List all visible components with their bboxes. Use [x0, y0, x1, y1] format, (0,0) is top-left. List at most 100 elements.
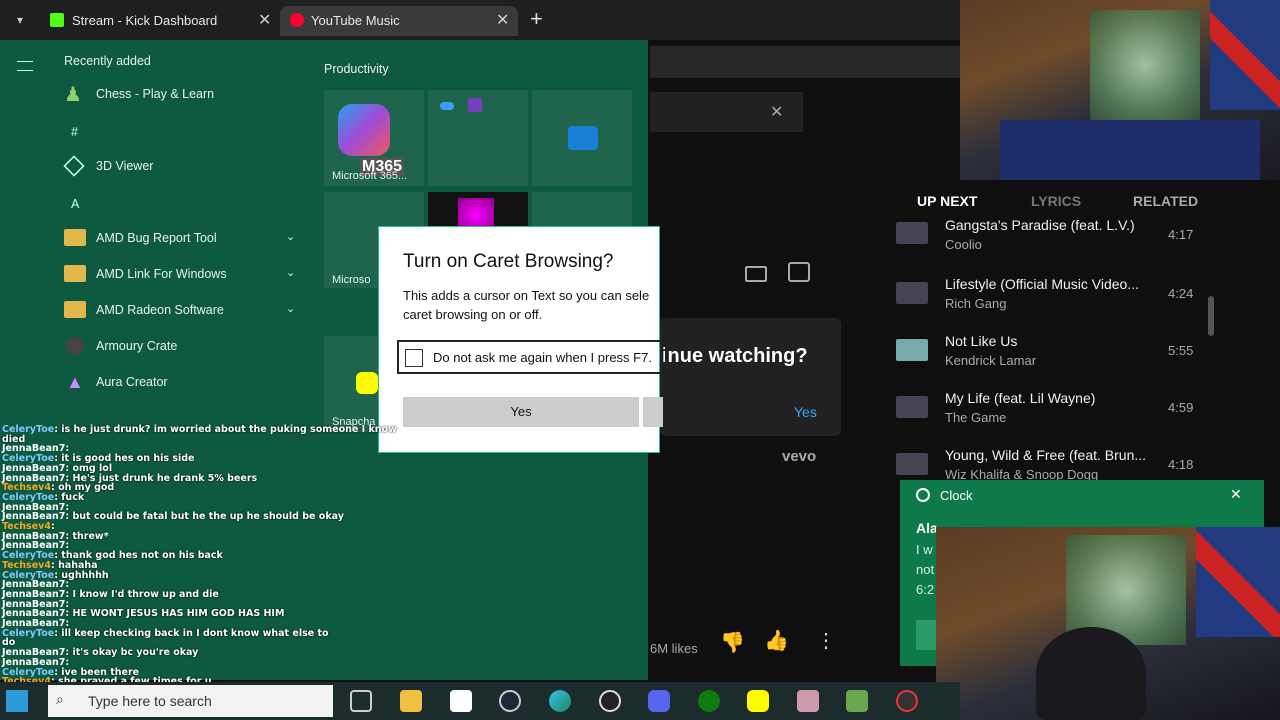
app-label: AMD Radeon Software — [96, 303, 224, 317]
folder-icon — [64, 265, 86, 282]
tab-lyrics[interactable]: LYRICS — [1031, 193, 1081, 209]
record-icon[interactable] — [896, 690, 918, 712]
cube-icon — [63, 155, 85, 177]
queue-item[interactable]: My Life (feat. Lil Wayne) The Game 4:59 — [888, 390, 1208, 446]
search-bar[interactable] — [650, 46, 960, 78]
productivity-heading: Productivity — [324, 62, 389, 76]
tile-snapchat[interactable]: Snapcha — [324, 336, 380, 432]
obs-icon[interactable] — [599, 690, 621, 712]
dialog-title: Turn on Caret Browsing? — [403, 251, 614, 272]
chess-icon[interactable] — [846, 690, 868, 712]
queue-item[interactable]: Gangsta's Paradise (feat. L.V.) Coolio 4… — [888, 220, 1208, 276]
section-a[interactable]: A — [71, 197, 79, 211]
checkbox-label: Do not ask me again when I press F7. — [433, 350, 652, 365]
alarm-line1: I w — [916, 542, 933, 557]
queue-item[interactable]: Not Like Us Kendrick Lamar 5:55 — [888, 333, 1208, 389]
app-label: AMD Link For Windows — [96, 267, 227, 281]
tab-youtube-music[interactable]: YouTube Music ✕ — [280, 6, 518, 36]
dont-ask-checkbox[interactable] — [405, 349, 423, 367]
app-armoury-crate[interactable]: Armoury Crate — [64, 334, 304, 360]
alarm-title: Ala — [916, 520, 938, 536]
alarm-line2: not — [916, 562, 935, 577]
dislike-icon[interactable]: 👎 — [720, 630, 745, 655]
clock-icon — [916, 488, 930, 502]
app-aura-creator[interactable]: ▲ Aura Creator — [64, 370, 304, 396]
tab-up-next[interactable]: UP NEXT — [917, 193, 977, 209]
vevo-logo: vevo — [782, 448, 817, 465]
search-box[interactable]: ⌕ Type here to search — [48, 685, 333, 717]
start-button[interactable] — [6, 690, 28, 712]
app-amd-bug-report[interactable]: AMD Bug Report Tool ⌄ — [64, 226, 304, 252]
close-tab-icon[interactable]: ✕ — [258, 6, 271, 36]
recently-added-heading: Recently added — [64, 54, 151, 68]
tab-related[interactable]: RELATED — [1133, 193, 1198, 209]
tile-microsoft-365[interactable]: M365 Microsoft 365... — [324, 90, 424, 186]
snapchat-icon[interactable] — [747, 690, 769, 712]
app-icon[interactable] — [797, 690, 819, 712]
close-search-icon[interactable]: ✕ — [770, 102, 783, 122]
tile-outlook[interactable] — [532, 90, 632, 186]
app-3d-viewer[interactable]: 3D Viewer — [63, 154, 304, 180]
tab-label: YouTube Music — [311, 13, 400, 28]
xbox-icon[interactable] — [698, 690, 720, 712]
song-thumbnail — [896, 396, 928, 418]
miniplayer-icon[interactable] — [745, 266, 767, 282]
song-duration: 4:17 — [1168, 227, 1194, 242]
chat-text: : but could be fatal but he the up he sh… — [65, 511, 344, 523]
chat-text: : is he just drunk? im worried about the… — [54, 424, 397, 435]
up-next-panel: UP NEXT LYRICS RELATED Gangsta's Paradis… — [888, 180, 1218, 480]
chat-text: : threw* — [65, 530, 109, 542]
snapchat-icon — [356, 372, 378, 394]
store-icon[interactable] — [450, 690, 472, 712]
app-label: AMD Bug Report Tool — [96, 231, 217, 245]
app-label: 3D Viewer — [96, 159, 154, 173]
song-duration: 5:55 — [1168, 343, 1194, 358]
app-label: Chess - Play & Learn — [96, 87, 215, 101]
chevron-down-icon[interactable]: ⌄ — [286, 302, 295, 315]
edge-icon[interactable] — [549, 690, 571, 712]
folder-icon — [64, 229, 86, 246]
queue-scrollbar[interactable] — [1208, 296, 1214, 336]
tile-label: Microsoft 365... — [332, 170, 408, 182]
onenote-icon — [468, 98, 482, 112]
flag — [1196, 527, 1280, 637]
file-explorer-icon[interactable] — [400, 690, 422, 712]
person — [1036, 627, 1146, 720]
queue-item[interactable]: Young, Wild & Free (feat. Brun... Wiz Kh… — [888, 447, 1208, 480]
discord-icon[interactable] — [648, 690, 670, 712]
tab-kick-dashboard[interactable]: Stream - Kick Dashboard ✕ — [40, 6, 278, 36]
dont-ask-checkbox-row[interactable]: Do not ask me again when I press F7. — [397, 340, 667, 374]
webcam-feed-bottom — [936, 527, 1280, 720]
close-notification-icon[interactable]: ✕ — [1230, 486, 1242, 503]
onedrive-icon — [440, 102, 454, 110]
dialog-body-line1: This adds a cursor on Text so you can se… — [403, 288, 650, 303]
tab-list-dropdown-icon[interactable]: ▾ — [10, 10, 30, 30]
new-tab-icon[interactable]: + — [530, 6, 543, 32]
task-view-icon[interactable] — [350, 690, 372, 712]
app-amd-radeon[interactable]: AMD Radeon Software ⌄ — [64, 298, 304, 324]
section-hash[interactable]: # — [71, 125, 78, 139]
close-tab-icon[interactable]: ✕ — [496, 6, 509, 36]
alarm-line3: 6:2 — [916, 582, 935, 597]
chevron-down-icon[interactable]: ⌄ — [286, 266, 295, 279]
chevron-down-icon[interactable]: ⌄ — [286, 230, 295, 243]
browser-tab-bar: ▾ Stream - Kick Dashboard ✕ YouTube Musi… — [0, 0, 960, 40]
song-title: Young, Wild & Free (feat. Brun... — [945, 447, 1147, 463]
tile-office-group[interactable] — [428, 90, 528, 186]
song-duration: 4:59 — [1168, 400, 1194, 415]
song-title: Gangsta's Paradise (feat. L.V.) — [945, 220, 1135, 233]
webcam-feed-top — [960, 0, 1280, 180]
hamburger-icon[interactable] — [17, 61, 33, 71]
outlook-icon — [568, 126, 598, 150]
song-artist: Kendrick Lamar — [945, 353, 1037, 368]
app-amd-link[interactable]: AMD Link For Windows ⌄ — [64, 262, 304, 288]
app-chess[interactable]: ♟ Chess - Play & Learn — [64, 82, 304, 108]
chat-message: CeleryToe: is he just drunk? im worried … — [2, 424, 397, 435]
song-artist: Coolio — [945, 237, 982, 252]
like-icon[interactable]: 👍 — [764, 628, 789, 653]
steam-icon[interactable] — [499, 690, 521, 712]
more-options-icon[interactable]: ⋮ — [816, 628, 836, 653]
continue-yes-button[interactable]: Yes — [794, 404, 817, 420]
queue-item[interactable]: Lifestyle (Official Music Video... Rich … — [888, 276, 1208, 332]
cast-icon[interactable] — [788, 262, 810, 282]
